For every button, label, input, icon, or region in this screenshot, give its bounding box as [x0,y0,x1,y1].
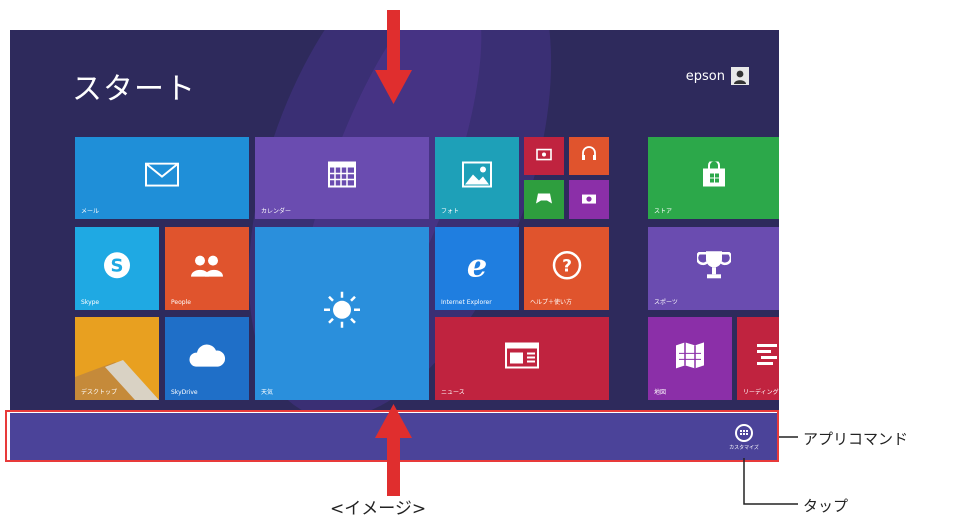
image-caption: <イメージ> [330,499,427,519]
swipe-up-arrow [375,404,412,496]
tap-callout: タップ [803,497,849,515]
app-command-callout: アプリコマンド [803,430,909,448]
swipe-down-arrow [375,10,412,104]
